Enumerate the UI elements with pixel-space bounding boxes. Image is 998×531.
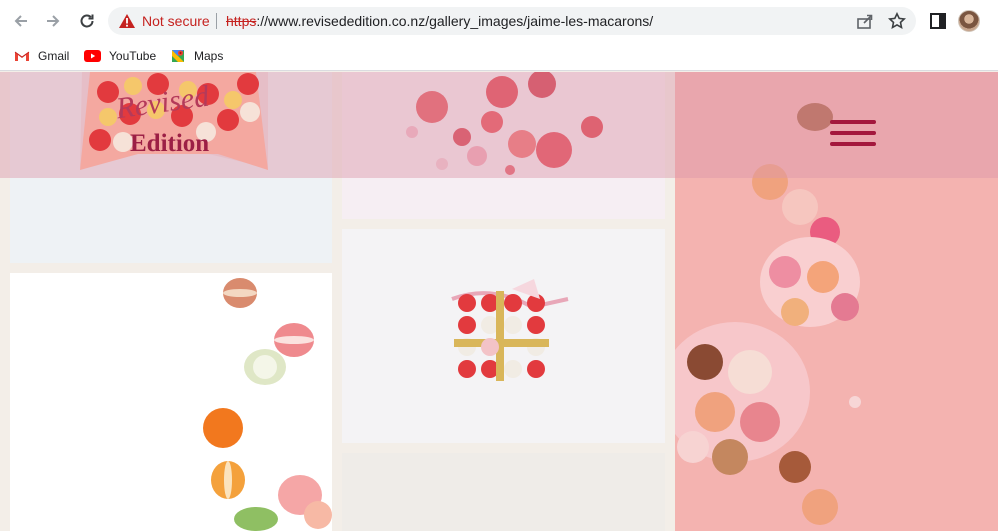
- site-logo[interactable]: Revised Edition: [78, 72, 270, 170]
- side-panel-icon[interactable]: [928, 11, 948, 31]
- security-status[interactable]: Not secure: [142, 13, 210, 29]
- macaron-gift-box-image: [451, 279, 569, 381]
- forward-button[interactable]: [42, 10, 64, 32]
- browser-toolbar: Not secure https://www.revisededition.co…: [0, 0, 998, 42]
- forward-icon: [47, 15, 60, 27]
- gallery-page: Revised Edition: [0, 72, 998, 531]
- back-button[interactable]: [10, 10, 32, 32]
- warning-icon[interactable]: [118, 13, 136, 29]
- gallery-image-4[interactable]: [10, 273, 332, 531]
- bookmark-youtube[interactable]: YouTube: [84, 46, 156, 66]
- bookmark-label: Gmail: [38, 49, 70, 63]
- url-text[interactable]: https://www.revisededition.co.nz/gallery…: [226, 13, 653, 29]
- reload-button[interactable]: [76, 10, 98, 32]
- share-icon[interactable]: [856, 12, 874, 30]
- address-bar[interactable]: Not secure https://www.revisededition.co…: [108, 7, 916, 35]
- menu-line: [830, 120, 876, 124]
- reload-icon: [80, 14, 94, 28]
- bookmark-maps[interactable]: Maps: [170, 46, 223, 66]
- bookmark-label: YouTube: [109, 49, 157, 63]
- menu-line: [830, 131, 876, 135]
- url-rest: ://www.revisededition.co.nz/gallery_imag…: [256, 13, 654, 29]
- youtube-icon: [84, 50, 101, 62]
- back-icon: [14, 15, 27, 27]
- menu-line: [830, 142, 876, 146]
- bookmark-gmail[interactable]: Gmail: [14, 46, 69, 66]
- bookmark-label: Maps: [194, 49, 224, 63]
- profile-avatar[interactable]: [958, 10, 980, 32]
- star-icon[interactable]: [888, 12, 906, 30]
- logo-title-text: Edition: [130, 130, 210, 157]
- hamburger-menu-icon[interactable]: [830, 120, 876, 152]
- gmail-icon: [14, 51, 30, 61]
- omnibox-divider: [216, 13, 217, 29]
- url-scheme: https: [226, 13, 257, 29]
- gallery-image-5[interactable]: [342, 229, 665, 443]
- maps-icon: [172, 50, 184, 62]
- gallery-image-7[interactable]: [342, 453, 665, 531]
- bookmarks-bar: Gmail YouTube Maps: [0, 42, 998, 71]
- scattered-macarons-image: [203, 278, 332, 531]
